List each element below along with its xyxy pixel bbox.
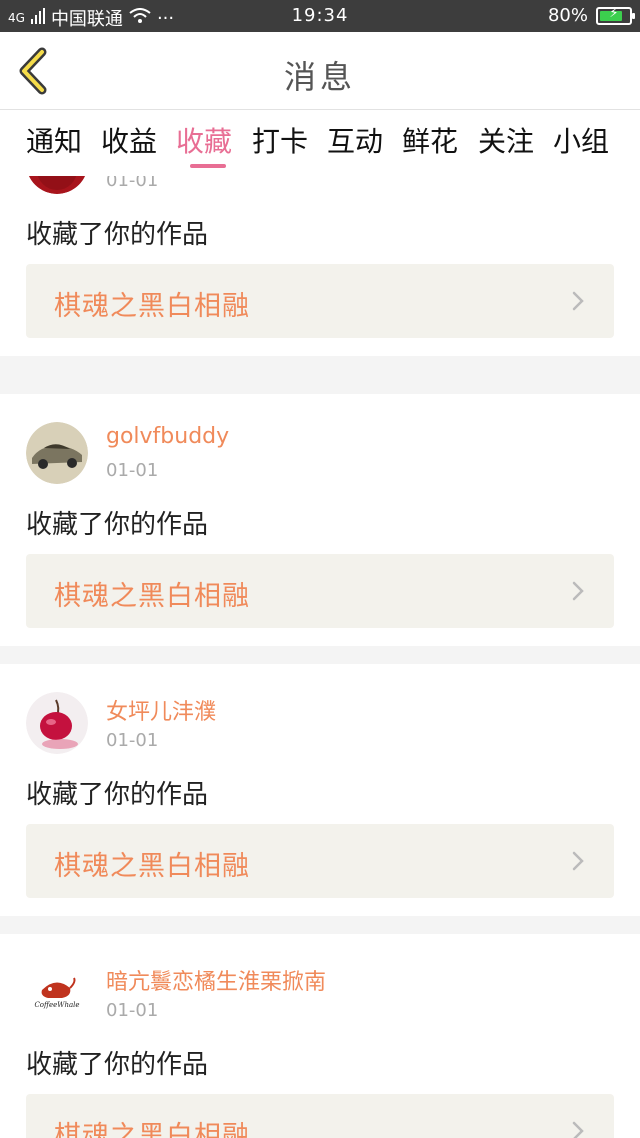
page-title: 消息 bbox=[283, 58, 356, 96]
avatar[interactable] bbox=[26, 692, 88, 754]
work-title: 棋魂之黑白相融 bbox=[54, 851, 250, 882]
status-bar: 4G 中国联通 ··· 19:34 80% ⚡ bbox=[0, 0, 640, 32]
chevron-right-icon bbox=[572, 1121, 584, 1138]
avatar[interactable] bbox=[26, 422, 88, 484]
work-link[interactable]: 棋魂之黑白相融 bbox=[26, 554, 614, 628]
coffee-whale-avatar-icon: CoffeeWhale bbox=[26, 962, 88, 1024]
list-item: golvfbuddy 01-01 收藏了你的作品 棋魂之黑白相融 bbox=[0, 394, 640, 646]
list-item: 女坪儿沣濮 01-01 收藏了你的作品 棋魂之黑白相融 bbox=[0, 664, 640, 916]
item-date: 01-01 bbox=[106, 1000, 159, 1021]
avatar[interactable]: CoffeeWhale bbox=[26, 962, 88, 1024]
work-title: 棋魂之黑白相融 bbox=[54, 1121, 250, 1138]
username[interactable]: 女坪儿沣濮 bbox=[106, 694, 216, 726]
tab-bar: 通知 收益 收藏 打卡 互动 鲜花 关注 小组 bbox=[0, 110, 640, 176]
nav-header: 消息 bbox=[0, 32, 640, 110]
avatar[interactable] bbox=[26, 176, 88, 194]
item-date: 01-01 bbox=[106, 176, 159, 191]
cherry-avatar-icon bbox=[26, 692, 88, 754]
svg-text:CoffeeWhale: CoffeeWhale bbox=[34, 1001, 79, 1009]
tab-checkin[interactable]: 打卡 bbox=[252, 120, 308, 160]
chevron-right-icon bbox=[572, 581, 584, 601]
tab-favorites[interactable]: 收藏 bbox=[176, 120, 232, 160]
tab-flowers[interactable]: 鲜花 bbox=[402, 120, 458, 160]
work-link[interactable]: 棋魂之黑白相融 bbox=[26, 824, 614, 898]
car-avatar-icon bbox=[26, 422, 88, 484]
action-text: 收藏了你的作品 bbox=[26, 1050, 209, 1080]
active-tab-indicator bbox=[190, 164, 226, 168]
tab-notifications[interactable]: 通知 bbox=[26, 120, 82, 160]
list-item: CoffeeWhale 暗亢鬟恋橘生淮栗掀南 01-01 收藏了你的作品 棋魂之… bbox=[0, 934, 640, 1138]
chevron-right-icon bbox=[572, 291, 584, 311]
work-link[interactable]: 棋魂之黑白相融 bbox=[26, 264, 614, 338]
item-date: 01-01 bbox=[106, 460, 159, 481]
list-item: 01-01 收藏了你的作品 棋魂之黑白相融 bbox=[0, 176, 640, 356]
tab-interactions[interactable]: 互动 bbox=[327, 120, 383, 160]
username[interactable]: 暗亢鬟恋橘生淮栗掀南 bbox=[106, 964, 326, 996]
battery-percent: 80% bbox=[547, 5, 588, 26]
work-title: 棋魂之黑白相融 bbox=[54, 291, 250, 322]
action-text: 收藏了你的作品 bbox=[26, 510, 209, 540]
clock: 19:34 bbox=[291, 5, 349, 26]
charging-bolt-icon: ⚡ bbox=[609, 5, 619, 21]
work-link[interactable]: 棋魂之黑白相融 bbox=[26, 1094, 614, 1138]
username[interactable]: golvfbuddy bbox=[106, 424, 229, 449]
action-text: 收藏了你的作品 bbox=[26, 220, 209, 250]
action-text: 收藏了你的作品 bbox=[26, 780, 209, 810]
work-title: 棋魂之黑白相融 bbox=[54, 581, 250, 612]
tab-groups[interactable]: 小组 bbox=[553, 120, 609, 160]
battery-icon: ⚡ bbox=[596, 5, 635, 25]
chevron-right-icon bbox=[572, 851, 584, 871]
item-date: 01-01 bbox=[106, 730, 159, 751]
favorites-list[interactable]: 01-01 收藏了你的作品 棋魂之黑白相融 golvfbuddy 01-01 收… bbox=[0, 176, 640, 1138]
tab-follows[interactable]: 关注 bbox=[478, 120, 534, 160]
tab-earnings[interactable]: 收益 bbox=[101, 120, 157, 160]
red-circle-avatar-icon bbox=[28, 176, 86, 194]
